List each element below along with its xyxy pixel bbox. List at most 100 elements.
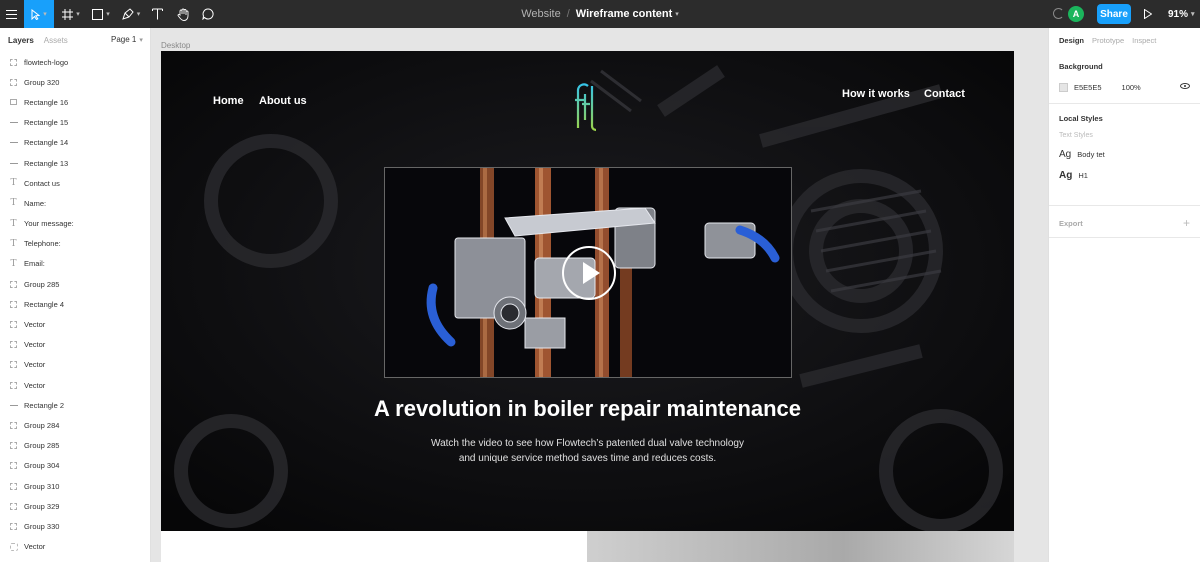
page-selector[interactable]: Page 1 ▾ [111, 35, 143, 44]
layer-list: flowtech-logo Group 320 Rectangle 16 Rectan… [0, 52, 150, 557]
tab-assets[interactable]: Assets [44, 36, 68, 45]
shape-tool-icon[interactable]: ▾ [88, 0, 114, 28]
layer-item[interactable]: T Contact us [0, 173, 150, 193]
local-styles-section: Local Styles Text Styles Ag Body tet Ag … [1049, 104, 1200, 206]
layer-item[interactable]: flowtech-logo [0, 52, 150, 72]
background-opacity[interactable]: 100% [1122, 83, 1141, 92]
design-canvas[interactable]: Desktop Home About us How it works Conta… [151, 28, 1048, 562]
add-export-icon[interactable]: + [1183, 216, 1190, 230]
zoom-control[interactable]: 91% ▾ [1168, 0, 1195, 28]
text-style-sample-icon: Ag [1059, 170, 1073, 181]
line-layer-icon [9, 159, 18, 168]
layer-item[interactable]: Rectangle 14 [0, 133, 150, 153]
layer-item[interactable]: Rectangle 16 [0, 92, 150, 112]
layer-item[interactable]: Group 310 [0, 476, 150, 496]
layer-item[interactable]: Group 329 [0, 496, 150, 516]
layer-item[interactable]: Vector [0, 335, 150, 355]
group-layer-icon [9, 58, 18, 67]
layer-item[interactable]: Rectangle 2 [0, 395, 150, 415]
text-styles-label: Text Styles [1059, 132, 1093, 139]
text-style-sample-icon: Ag [1059, 149, 1072, 160]
design-panel: Design Prototype Inspect Background E5E5… [1048, 28, 1200, 562]
breadcrumb-project[interactable]: Website [521, 8, 561, 20]
layer-item[interactable]: Group 285 [0, 436, 150, 456]
layer-name: Rectangle 2 [24, 400, 65, 410]
layer-item[interactable]: Rectangle 15 [0, 113, 150, 133]
comment-tool-icon[interactable] [199, 0, 217, 28]
frame-label[interactable]: Desktop [161, 41, 190, 50]
menu-icon[interactable] [0, 0, 22, 28]
style-h1[interactable]: Ag H1 [1059, 170, 1190, 181]
flowtech-logo[interactable] [574, 80, 596, 136]
group-layer-icon [9, 300, 18, 309]
eye-icon[interactable] [1180, 83, 1190, 89]
layer-item[interactable]: T Email: [0, 254, 150, 274]
layer-name: Group 329 [24, 501, 60, 511]
layer-item[interactable]: Vector [0, 537, 150, 557]
nav-about-us[interactable]: About us [259, 95, 307, 107]
layer-item[interactable]: T Telephone: [0, 234, 150, 254]
move-tool-icon[interactable]: ▾ [24, 0, 54, 28]
layer-item[interactable]: Group 285 [0, 274, 150, 294]
text-layer-icon: T [10, 258, 17, 269]
next-section-image[interactable] [587, 531, 1014, 562]
nav-home[interactable]: Home [213, 95, 244, 107]
layer-item[interactable]: Group 320 [0, 72, 150, 92]
text-tool-icon[interactable] [148, 0, 166, 28]
layer-item[interactable]: Vector [0, 355, 150, 375]
layer-item[interactable]: T Name: [0, 193, 150, 213]
group-layer-icon [9, 421, 18, 430]
style-body-text[interactable]: Ag Body tet [1059, 149, 1190, 160]
text-layer-icon: T [10, 198, 17, 209]
tab-design[interactable]: Design [1059, 36, 1084, 45]
line-layer-icon [9, 118, 18, 127]
group-layer-icon [9, 461, 18, 470]
layer-name: Vector [24, 320, 46, 330]
layer-item[interactable]: Group 304 [0, 456, 150, 476]
layer-item[interactable]: Rectangle 4 [0, 294, 150, 314]
layer-name: Group 285 [24, 441, 60, 451]
layer-item[interactable]: T Your message: [0, 214, 150, 234]
layer-item[interactable]: Rectangle 13 [0, 153, 150, 173]
vector-layer-icon [9, 542, 18, 551]
layer-name: Group 320 [24, 77, 60, 87]
hero-subtitle-line-1: Watch the video to see how Flowtech’s pa… [431, 438, 744, 449]
background-fill-row[interactable]: E5E5E5 100% [1059, 83, 1190, 92]
background-color-swatch[interactable] [1059, 83, 1068, 92]
export-heading: Export [1059, 218, 1083, 228]
layer-name: Vector [24, 380, 46, 390]
tab-prototype[interactable]: Prototype [1092, 36, 1124, 45]
layer-item[interactable]: Vector [0, 375, 150, 395]
chevron-down-icon[interactable]: ▾ [675, 10, 679, 18]
text-layer-icon: T [10, 238, 17, 249]
avatar[interactable]: A [1068, 6, 1084, 22]
group-layer-icon [9, 78, 18, 87]
nav-how-it-works[interactable]: How it works [842, 88, 910, 100]
desktop-frame[interactable]: Home About us How it works Contact A rev… [161, 51, 1014, 531]
tab-inspect[interactable]: Inspect [1132, 36, 1156, 45]
background-hex[interactable]: E5E5E5 [1074, 83, 1102, 92]
hero-video-player[interactable] [384, 167, 792, 378]
pen-tool-icon[interactable]: ▾ [118, 0, 144, 28]
local-styles-heading: Local Styles [1059, 114, 1103, 123]
layer-item[interactable]: Group 284 [0, 415, 150, 435]
text-layer-icon: T [10, 178, 17, 189]
layer-name: Name: [24, 198, 47, 208]
file-name[interactable]: Wireframe content [576, 8, 672, 20]
hand-tool-icon[interactable] [174, 0, 192, 28]
background-heading: Background [1059, 62, 1103, 71]
tab-layers[interactable]: Layers [8, 36, 34, 45]
layer-name: Contact us [24, 178, 60, 188]
present-icon[interactable] [1141, 0, 1155, 28]
nav-contact[interactable]: Contact [924, 88, 965, 100]
frame-tool-icon[interactable]: ▾ [58, 0, 84, 28]
layer-name: Rectangle 16 [24, 97, 69, 107]
play-icon[interactable] [562, 246, 616, 300]
hero-headline: A revolution in boiler repair maintenanc… [373, 396, 802, 421]
right-panel-tabs: Design Prototype Inspect [1049, 28, 1200, 52]
share-button[interactable]: Share [1097, 4, 1131, 24]
layer-item[interactable]: Group 330 [0, 516, 150, 536]
layer-item[interactable]: Vector [0, 314, 150, 334]
layer-name: Vector [24, 542, 46, 552]
layer-name: Rectangle 13 [24, 158, 69, 168]
